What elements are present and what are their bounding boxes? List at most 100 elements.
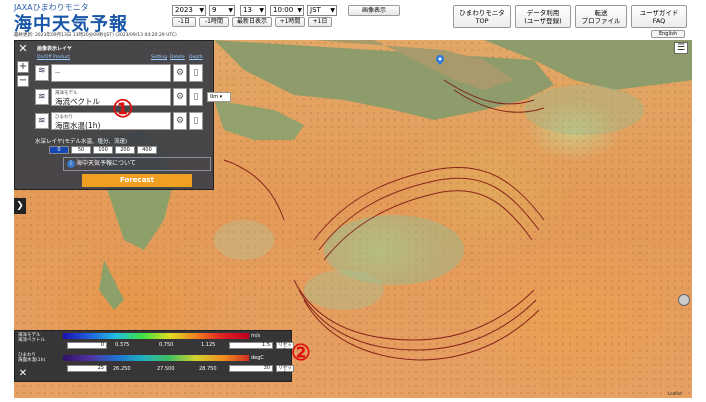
layer-row-1: ≋ -- ⚙ ▯ <box>35 63 215 83</box>
day-select[interactable]: 13 ▼ <box>240 5 266 16</box>
plus-hour-button[interactable]: +1時間 <box>275 17 305 27</box>
product-select-2[interactable]: 海洋モデル 海流ベクトル <box>51 88 171 106</box>
product-value-2: 海流ベクトル <box>55 97 100 106</box>
chevron-down-icon: ▼ <box>259 7 264 14</box>
trash-icon[interactable]: ▯ <box>189 88 203 106</box>
delete-header: Delete <box>170 55 185 60</box>
chevron-down-icon: ▼ <box>297 7 302 14</box>
sst-colorbar <box>63 355 249 361</box>
current-unit: m/s <box>251 333 261 339</box>
depth-layer-label: 水深レイヤ(モデル水温、塩分、流速) <box>35 139 128 145</box>
zoom-out-button[interactable]: − <box>17 75 29 87</box>
layers-icon[interactable]: ≋ <box>35 113 49 129</box>
data-usage-line1: データ利用 <box>526 9 560 17</box>
user-guide-line1: ユーザガイド <box>639 9 679 17</box>
current-min-input[interactable]: 0 <box>67 342 107 349</box>
product-select-3[interactable]: ひまわり 海面水温(1h) <box>51 112 171 130</box>
depth-select[interactable]: 0m ▾ <box>207 92 231 102</box>
current-tick-3: 0.750 <box>159 342 174 348</box>
trash-icon[interactable]: ▯ <box>189 64 203 82</box>
transfer-profile-line2: プロファイル <box>581 17 621 25</box>
map-control-button[interactable] <box>678 294 690 306</box>
data-usage-line2: (ユーザ登録) <box>524 17 562 25</box>
minus-hour-button[interactable]: -1時間 <box>199 17 229 27</box>
annotation-2: ② <box>291 340 311 366</box>
chevron-down-icon: ▼ <box>330 7 335 14</box>
depth-100-button[interactable]: 100 <box>93 146 113 154</box>
forecast-button[interactable]: Forecast <box>82 174 192 187</box>
setting-header: Setting <box>151 55 168 60</box>
sst-tick-3: 27.500 <box>157 366 175 372</box>
sst-tick-2: 26.250 <box>113 366 131 372</box>
day-value: 13 <box>243 6 252 14</box>
gear-icon[interactable]: ⚙ <box>173 112 187 130</box>
map-credit[interactable]: Leaflet <box>668 391 682 396</box>
close-icon[interactable]: ✕ <box>18 369 28 379</box>
sst-unit: degC <box>251 355 264 361</box>
menu-icon[interactable]: ☰ <box>674 42 688 54</box>
year-value: 2023 <box>175 6 193 14</box>
app-header: JAXAひまわりモニタ 海中天気予報 最終更新: 2023年09月13日 13時… <box>0 0 706 40</box>
panel-title: 画像表示レイヤ <box>37 46 72 52</box>
current-max-input[interactable]: 1.5 <box>229 342 273 349</box>
transfer-profile-button[interactable]: 転送 プロファイル <box>575 5 627 28</box>
transfer-profile-line1: 転送 <box>594 9 608 17</box>
chevron-down-icon: ▾ <box>219 94 223 100</box>
current-tick-2: 0.375 <box>115 342 130 348</box>
trash-icon[interactable]: ▯ <box>189 112 203 130</box>
sst-label-2: 海面水温(1h) <box>18 358 46 363</box>
year-select[interactable]: 2023 ▼ <box>172 5 206 16</box>
current-tick-4: 1.125 <box>201 342 216 348</box>
image-display-button[interactable]: 画像表示 <box>348 5 400 16</box>
product-value-1: -- <box>55 69 61 77</box>
timezone-select[interactable]: JST ▼ <box>307 5 337 16</box>
info-icon: i <box>67 160 75 168</box>
himawari-top-button[interactable]: ひまわりモニタ TOP <box>453 5 511 28</box>
current-legend-label: 海洋モデル 海流ベクトル <box>18 333 45 343</box>
himawari-top-line1: ひまわりモニタ <box>459 9 505 17</box>
time-select[interactable]: 10:00 ▼ <box>270 5 304 16</box>
sst-legend-label: ひまわり 海面水温(1h) <box>18 353 45 363</box>
about-link[interactable]: 海中天気予報について <box>63 157 211 171</box>
depth-0-button[interactable]: 0 <box>49 146 69 154</box>
depth-header: Depth <box>189 55 203 60</box>
time-value: 10:00 <box>273 6 294 14</box>
product-select-1[interactable]: -- <box>51 64 171 82</box>
user-guide-line2: FAQ <box>652 17 666 25</box>
current-colorbar <box>63 333 249 339</box>
last-updated: 最終更新: 2023年09月13日 13時20分09秒(JST) (2023/0… <box>14 33 177 38</box>
sst-max-input[interactable]: 30 <box>229 365 273 372</box>
data-usage-button[interactable]: データ利用 (ユーザ登録) <box>515 5 571 28</box>
depth-50-button[interactable]: 50 <box>71 146 91 154</box>
onoff-product-header: On/Off Product <box>37 55 71 60</box>
layers-icon[interactable]: ≋ <box>35 89 49 105</box>
product-value-3: 海面水温(1h) <box>55 121 101 130</box>
gear-icon[interactable]: ⚙ <box>173 64 187 82</box>
latest-day-button[interactable]: 最新日表示 <box>232 17 272 27</box>
month-select[interactable]: 9 ▼ <box>209 5 235 16</box>
depth-value: 0m <box>210 94 219 100</box>
plus-day-button[interactable]: +1日 <box>308 17 332 27</box>
sst-tick-4: 28.750 <box>199 366 217 372</box>
annotation-1: ① <box>112 94 134 123</box>
color-legend: 海洋モデル 海流ベクトル m/s 0 0.375 0.750 1.125 1.5 … <box>14 330 294 382</box>
chevron-down-icon: ▼ <box>199 7 204 14</box>
user-guide-button[interactable]: ユーザガイド FAQ <box>631 5 687 28</box>
chevron-down-icon: ▼ <box>228 7 233 14</box>
gear-icon[interactable]: ⚙ <box>173 88 187 106</box>
depth-200-button[interactable]: 200 <box>115 146 135 154</box>
language-button[interactable]: English <box>651 30 685 38</box>
location-pin-icon[interactable] <box>436 55 444 65</box>
zoom-in-button[interactable]: + <box>17 61 29 73</box>
sst-min-input[interactable]: 25 <box>67 365 107 372</box>
current-label-2: 海流ベクトル <box>18 338 45 343</box>
sst-reset-button[interactable]: リセット <box>276 365 294 376</box>
depth-400-button[interactable]: 400 <box>137 146 157 154</box>
timezone-value: JST <box>310 6 321 14</box>
month-value: 9 <box>212 6 217 14</box>
close-icon[interactable]: ✕ <box>17 43 29 55</box>
minus-day-button[interactable]: -1日 <box>172 17 196 27</box>
layers-icon[interactable]: ≋ <box>35 65 49 81</box>
chevron-right-icon[interactable]: ❯ <box>14 198 26 214</box>
himawari-top-line2: TOP <box>475 17 489 25</box>
